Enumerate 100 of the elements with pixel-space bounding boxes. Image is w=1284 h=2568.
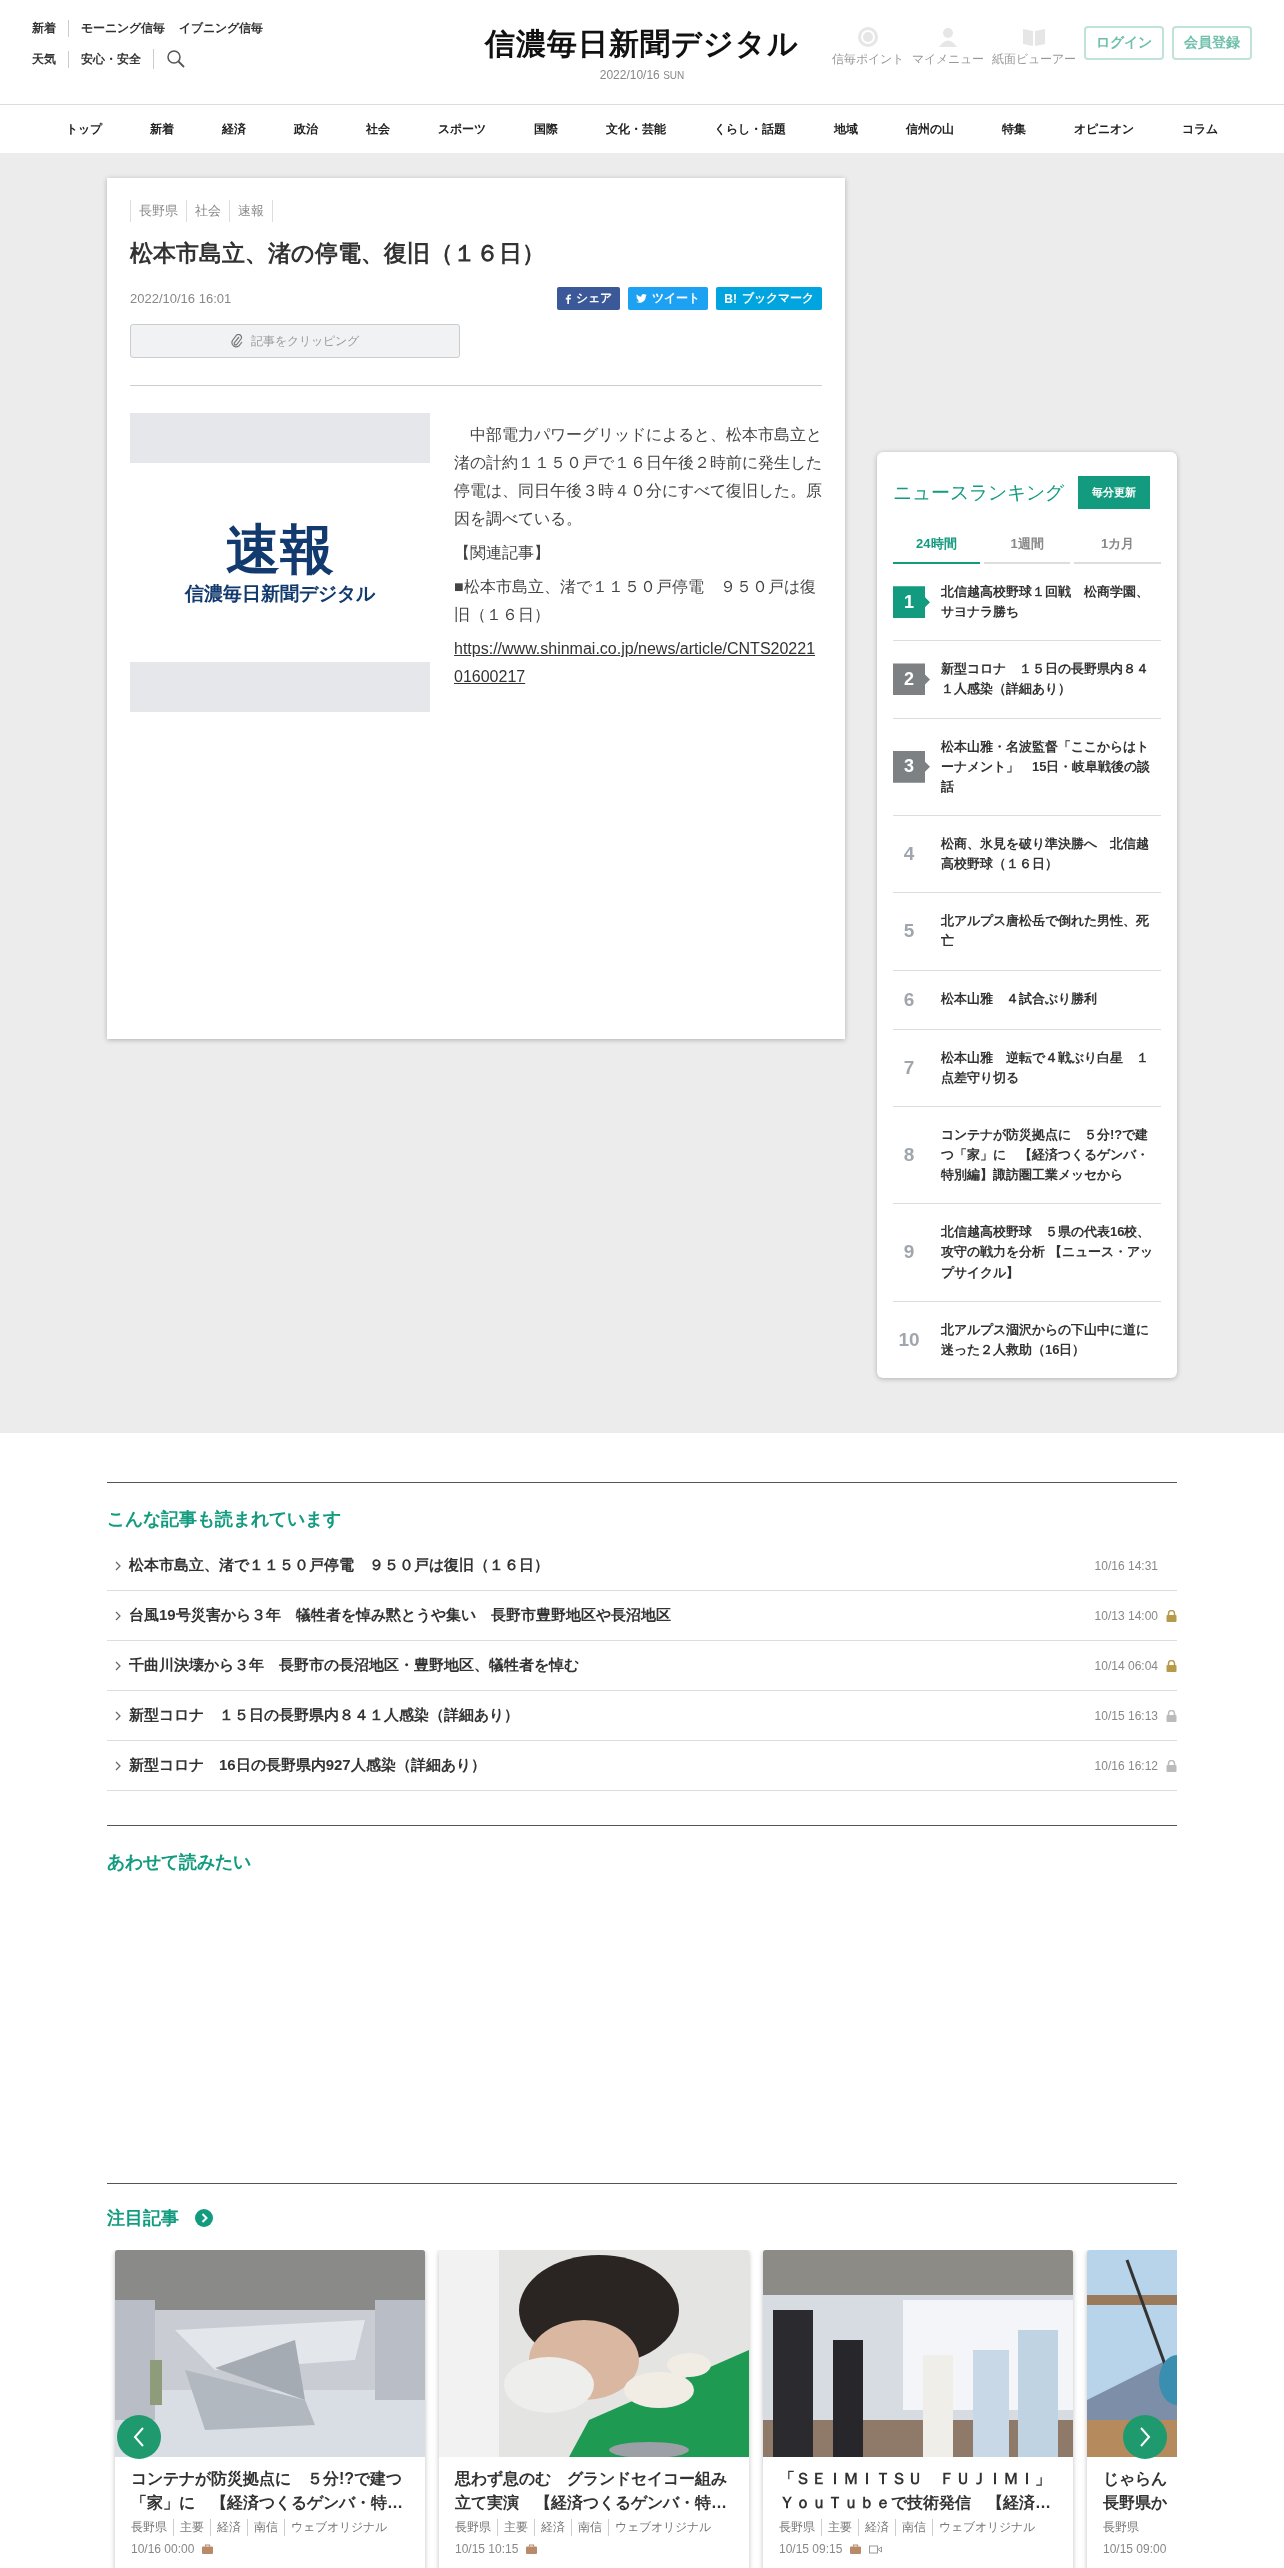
period-tab[interactable]: 1週間 xyxy=(983,529,1071,564)
chevron-right-icon xyxy=(1138,2426,1152,2448)
ranking-headline[interactable]: 北信越高校野球１回戦 松商学園、サヨナラ勝ち xyxy=(941,582,1161,623)
nav-link[interactable]: コラム xyxy=(1158,120,1242,138)
search-icon[interactable] xyxy=(166,49,186,69)
category-tag[interactable]: 社会 xyxy=(186,200,230,222)
nav-link[interactable]: 社会 xyxy=(342,120,414,138)
ranking-headline[interactable]: 北アルプス唐松岳で倒れた男性、死亡 xyxy=(941,911,1161,952)
header-link[interactable]: 安心・安全 xyxy=(81,50,141,68)
article-paragraph: 中部電力パワーグリッドによると、松本市島立と渚の計約１１５０戸で１６日午後２時前に発生した停電は、同日午後３時４０分にすべて復旧した。原因を調べている。 xyxy=(454,425,822,529)
section-heading: あわせて読みたい xyxy=(107,1851,252,1874)
card-tag: ウェブオリジナル xyxy=(932,2519,1041,2536)
card-title: 思わず息のむ グランドセイコー組み 立て実演 【経済つくるゲンバ・特… xyxy=(455,2469,728,2513)
nav-link[interactable]: オピニオン xyxy=(1050,120,1158,138)
card-date: 10/15 10:15 xyxy=(455,2542,519,2556)
nav-link[interactable]: 特集 xyxy=(978,120,1050,138)
rank-number: 9 xyxy=(902,1241,916,1264)
card-tag: 南信 xyxy=(571,2519,608,2536)
article-card[interactable]: 思わず息のむ グランドセイコー組み 立て実演 【経済つくるゲンバ・特… 長野県 主要 経済 南信 ウェブオリジナル 10/15 10:15 xyxy=(439,2250,749,2568)
rank-number: 8 xyxy=(902,1144,916,1167)
nav-link[interactable]: 地域 xyxy=(810,120,882,138)
card-tag: 長野県 xyxy=(455,2519,497,2536)
category-tag[interactable]: 速報 xyxy=(229,200,273,222)
rank-number: 4 xyxy=(902,843,916,866)
card-tag: 南信 xyxy=(895,2519,932,2536)
article-card[interactable]: 「ＳＥＩＭＩＴＳＵ ＦＵＪＩＭＩ」 ＹｏｕＴｕｂｅで技術発信 【経済… 長野県 主要 経済 南信 ウェブオリジナル 10/15 09:15 xyxy=(763,2250,1073,2568)
breaking-headline: 速報 xyxy=(226,518,334,579)
chevron-icon xyxy=(115,1610,121,1621)
ranking-headline[interactable]: 松本山雅 逆転で４戦ぶり白星 １点差守り切る xyxy=(941,1047,1161,1088)
article-link[interactable]: https://www.shinmai.co.jp/news/article/CNTS2022101600217 xyxy=(454,635,822,691)
rank-number: 1 xyxy=(893,586,930,619)
rank-number: 2 xyxy=(893,663,930,696)
coin-icon xyxy=(857,26,879,48)
ranking-title: ニュースランキング xyxy=(893,480,1064,505)
nav-link[interactable]: 文化・芸能 xyxy=(582,120,690,138)
arrow-circle-icon[interactable] xyxy=(195,2209,213,2227)
card-tag: ウェブオリジナル xyxy=(608,2519,717,2536)
article-time: 10/16 16:12 xyxy=(1094,1758,1158,1773)
article-card[interactable]: コンテナが防災拠点に ５分!?で建つ 「家」に 【経済つくるゲンバ・特… 長野県 主要 経済 南信 ウェブオリジナル 10/16 00:00 xyxy=(115,2250,425,2568)
article-paragraph: 【関連記事】 xyxy=(454,543,551,563)
article-time: 10/13 14:00 xyxy=(1094,1608,1158,1623)
article-link[interactable]: 千曲川決壊から３年 長野市の長沼地区・豊野地区、犠牲者を悼む xyxy=(129,1656,1087,1675)
card-tag: 南信 xyxy=(247,2519,284,2536)
chevron-icon xyxy=(115,1710,121,1721)
ranking-headline[interactable]: コンテナが防災拠点に ５分!?で建つ「家」に 【経済つくるゲンバ・特別編】諏訪圏工業メッセから xyxy=(941,1124,1161,1186)
article-time: 10/16 14:31 xyxy=(1094,1558,1158,1573)
rank-number: 6 xyxy=(902,988,916,1011)
card-date: 10/16 00:00 xyxy=(131,2542,195,2556)
header-link[interactable]: モーニング信毎 xyxy=(81,20,165,37)
ranking-headline[interactable]: 北信越高校野球 ５県の代表16校、攻守の戦力を分析 【ニュース・アップサイクル】 xyxy=(941,1222,1161,1283)
article-card[interactable]: じゃらん 長野県か 長野県 10/15 09:00 xyxy=(1087,2250,1177,2568)
card-title: じゃらん 長野県か xyxy=(1103,2469,1168,2513)
article-link[interactable]: 台風19号災害から３年 犠牲者を悼み黙とうや集い 長野市豊野地区や長沼地区 xyxy=(129,1606,1087,1625)
section-heading: 注目記事 xyxy=(107,2207,179,2230)
nav-link[interactable]: くらし・話題 xyxy=(690,120,810,138)
article-paragraph: ■松本市島立、渚で１１５０戸停電 ９５０戸は復旧（１６日） xyxy=(454,577,817,625)
ranking-headline[interactable]: 松本山雅 ４試合ぶり勝利 xyxy=(941,989,1097,1010)
card-tag: 経済 xyxy=(210,2519,247,2536)
category-tag[interactable]: 長野県 xyxy=(130,200,187,222)
header-link[interactable]: イブニング信毎 xyxy=(179,20,263,37)
share-button[interactable]: シェア xyxy=(557,287,621,310)
nav-link[interactable]: トップ xyxy=(42,120,126,138)
facebook-icon xyxy=(565,293,572,304)
article-link[interactable]: 新型コロナ 16日の長野県内927人感染（詳細あり） xyxy=(129,1756,1087,1775)
card-tag: 主要 xyxy=(173,2519,210,2536)
ranking-headline[interactable]: 新型コロナ １５日の長野県内８４１人感染（詳細あり） xyxy=(941,659,1161,700)
article-link[interactable]: 松本市島立、渚で１１５０戸停電 ９５０戸は復旧（１６日） xyxy=(129,1556,1087,1575)
ranking-headline[interactable]: 松商、氷見を破り準決勝へ 北信越高校野球（１６日） xyxy=(941,834,1161,875)
card-date: 10/15 09:15 xyxy=(779,2542,843,2556)
rank-number: 7 xyxy=(902,1056,916,1079)
chevron-icon xyxy=(115,1560,121,1571)
card-tag: 経済 xyxy=(858,2519,895,2536)
nav-link[interactable]: 新着 xyxy=(126,120,198,138)
nav-link[interactable]: 信州の山 xyxy=(882,120,978,138)
card-tag: 長野県 xyxy=(131,2519,173,2536)
nav-link[interactable]: 政治 xyxy=(270,120,342,138)
header-link[interactable]: 天気 xyxy=(32,50,56,68)
period-tab[interactable]: 1カ月 xyxy=(1074,529,1161,564)
ranking-headline[interactable]: 北アルプス涸沢からの下山中に道に迷った２人救助（16日） xyxy=(941,1319,1161,1360)
nav-link[interactable]: 国際 xyxy=(510,120,582,138)
bird-icon xyxy=(636,294,648,303)
ranking-headline[interactable]: 松本山雅・名波監督「ここからはトーナメント」 15日・岐阜戦後の談話 xyxy=(941,736,1161,797)
article-date: 2022/10/16 16:01 xyxy=(130,291,232,306)
nav-link[interactable]: スポーツ xyxy=(414,120,510,138)
paperclip-icon xyxy=(231,334,243,348)
chevron-left-icon xyxy=(132,2426,146,2448)
header-link[interactable]: 新着 xyxy=(32,20,56,37)
nav-link[interactable]: 経済 xyxy=(198,120,270,138)
brand-logo: 信濃毎日新聞デジタル xyxy=(185,580,375,606)
site-logo[interactable]: 信濃毎日新聞デジタル xyxy=(485,22,799,66)
article-link[interactable]: 新型コロナ １５日の長野県内８４１人感染（詳細あり） xyxy=(129,1706,1087,1725)
card-date: 10/15 09:00 xyxy=(1103,2542,1167,2556)
card-tag: 主要 xyxy=(497,2519,534,2536)
rank-number: 10 xyxy=(897,1328,921,1351)
user-icon xyxy=(937,26,959,48)
card-tag: ウェブオリジナル xyxy=(284,2519,393,2536)
weekday: SUN xyxy=(663,70,685,81)
section-heading: こんな記事も読まれています xyxy=(107,1508,342,1531)
book-icon xyxy=(1022,26,1046,48)
chevron-icon xyxy=(115,1660,121,1671)
